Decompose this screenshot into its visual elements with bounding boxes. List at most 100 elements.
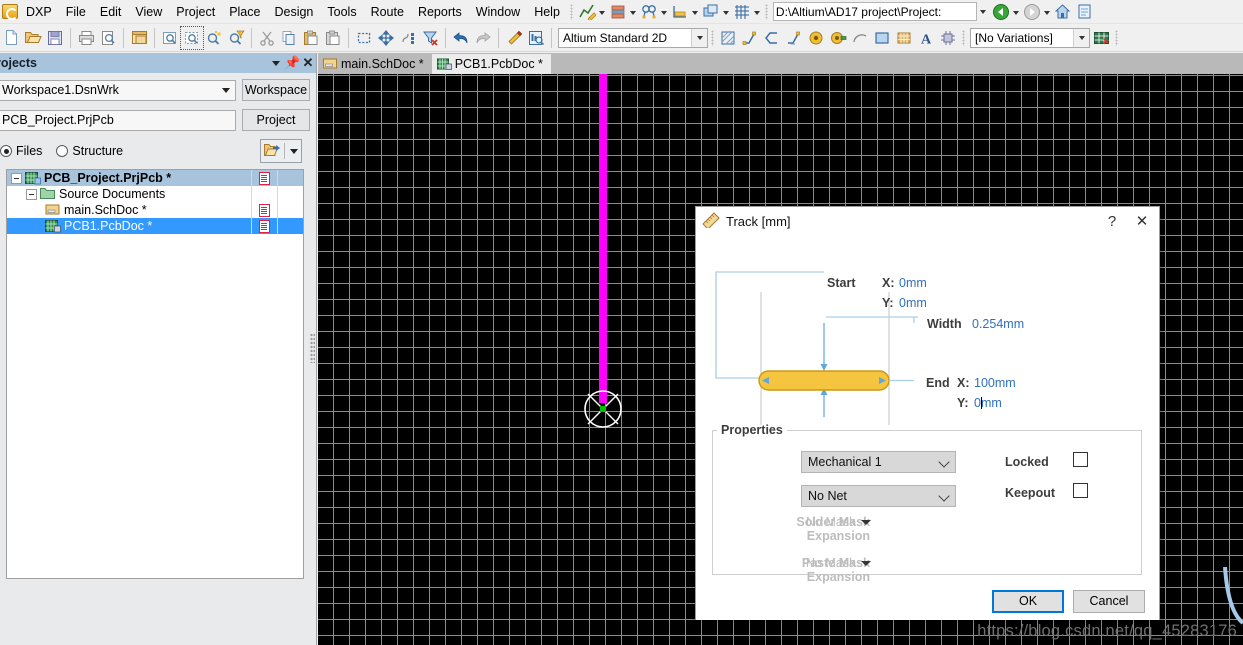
- zoom-document-icon[interactable]: [159, 27, 181, 49]
- forward-dropdown-caret-icon[interactable]: [1043, 4, 1052, 20]
- expander-icon[interactable]: [11, 172, 22, 184]
- measure-icon[interactable]: [669, 1, 691, 23]
- chevron-down-icon[interactable]: [217, 81, 235, 100]
- close-icon[interactable]: ✕: [1127, 208, 1157, 234]
- place-via-icon[interactable]: [805, 27, 827, 49]
- net-select[interactable]: No Net: [801, 485, 956, 507]
- project-button[interactable]: Project: [242, 109, 310, 131]
- print-preview-icon[interactable]: [97, 27, 119, 49]
- grid-icon[interactable]: [731, 1, 753, 23]
- menu-project[interactable]: Project: [169, 2, 222, 22]
- save-icon[interactable]: [44, 27, 66, 49]
- zoom-selected-icon[interactable]: [203, 27, 225, 49]
- tab-main-schdoc[interactable]: main.SchDoc *: [318, 54, 432, 74]
- place-component-icon[interactable]: [937, 27, 959, 49]
- select-area-icon[interactable]: [353, 27, 375, 49]
- place-fill-icon[interactable]: [871, 27, 893, 49]
- end-x-value[interactable]: 100mm: [974, 376, 1016, 390]
- radio-structure[interactable]: Structure: [56, 144, 123, 158]
- menu-window[interactable]: Window: [469, 2, 527, 22]
- chevron-down-icon[interactable]: [691, 28, 707, 47]
- pcb-toolbar-grip[interactable]: [711, 29, 714, 46]
- layers-icon[interactable]: [607, 1, 629, 23]
- cancel-button[interactable]: Cancel: [1073, 589, 1145, 613]
- forward-icon[interactable]: [1021, 1, 1043, 23]
- grid-dropdown-caret-icon[interactable]: [753, 4, 762, 20]
- help-button[interactable]: ?: [1097, 208, 1127, 234]
- inspector-icon[interactable]: [525, 27, 547, 49]
- menu-tools[interactable]: Tools: [320, 2, 363, 22]
- project-value-field[interactable]: PCB_Project.PrjPcb: [0, 109, 236, 131]
- panel-pin-icon[interactable]: 📌: [284, 55, 300, 71]
- cut-icon[interactable]: [256, 27, 278, 49]
- menu-view[interactable]: View: [128, 2, 169, 22]
- open-folder-dropdown-caret-icon[interactable]: [288, 143, 299, 159]
- back-icon[interactable]: [990, 1, 1012, 23]
- copy-icon[interactable]: [278, 27, 300, 49]
- tree-item-source-documents[interactable]: Source Documents: [7, 186, 303, 202]
- chevron-down-icon[interactable]: [939, 490, 951, 502]
- project-path-dropdown-icon[interactable]: [976, 2, 990, 21]
- place-arc-icon[interactable]: [849, 27, 871, 49]
- toolbar-grip[interactable]: [569, 3, 573, 20]
- home-icon[interactable]: [1052, 1, 1074, 23]
- place-plane-icon[interactable]: [893, 27, 915, 49]
- clear-filter-icon[interactable]: [419, 27, 441, 49]
- deselect-icon[interactable]: [397, 27, 419, 49]
- zoom-filter-icon[interactable]: [225, 27, 247, 49]
- keepout-checkbox[interactable]: [1073, 483, 1088, 498]
- width-value[interactable]: 0.254mm: [972, 317, 1024, 331]
- move-icon[interactable]: [375, 27, 397, 49]
- menu-design[interactable]: Design: [267, 2, 320, 22]
- locked-checkbox[interactable]: [1073, 452, 1088, 467]
- open-in-window-icon[interactable]: [128, 27, 150, 49]
- radio-files[interactable]: Files: [0, 144, 42, 158]
- zoom-area-icon[interactable]: [180, 25, 204, 50]
- panel-splitter-handle[interactable]: [310, 333, 315, 363]
- project-tree[interactable]: PCB_Project.PrjPcb * Source Documents ma…: [6, 169, 304, 579]
- toolbar-grip-end[interactable]: [1115, 29, 1118, 46]
- tree-item-pcb-project[interactable]: PCB_Project.PrjPcb *: [7, 170, 303, 186]
- path-toolbar-grip[interactable]: [764, 3, 768, 20]
- board-dropdown-caret-icon[interactable]: [722, 4, 731, 20]
- layer-select[interactable]: Mechanical 1: [801, 451, 956, 473]
- open-folder-button-group[interactable]: [260, 139, 302, 163]
- ruler-chart-icon[interactable]: [576, 1, 598, 23]
- new-document-icon[interactable]: [0, 27, 22, 49]
- start-y-value[interactable]: 0mm: [899, 296, 927, 310]
- tab-pcb1-pcbdoc[interactable]: PCB1.PcbDoc *: [431, 54, 551, 74]
- pcb-track-segment[interactable]: [599, 74, 607, 403]
- start-x-value[interactable]: 0mm: [899, 276, 927, 290]
- undo-icon[interactable]: [450, 27, 472, 49]
- chevron-down-icon[interactable]: [1073, 28, 1089, 47]
- refresh-icon[interactable]: [1074, 1, 1096, 23]
- print-icon[interactable]: [75, 27, 97, 49]
- redo-icon[interactable]: [472, 27, 494, 49]
- menu-route[interactable]: Route: [364, 2, 411, 22]
- route-multiple-icon[interactable]: [783, 27, 805, 49]
- variations-toolbar-grip[interactable]: [962, 29, 965, 46]
- magic-wand-icon[interactable]: [503, 27, 525, 49]
- interactive-routing-icon[interactable]: [739, 27, 761, 49]
- layers-dropdown-caret-icon[interactable]: [629, 4, 638, 20]
- variations-select[interactable]: [No Variations]: [970, 27, 1090, 48]
- view-configuration-select[interactable]: Altium Standard 2D: [558, 27, 708, 48]
- workspace-button[interactable]: Workspace: [242, 79, 310, 101]
- menu-edit[interactable]: Edit: [93, 2, 129, 22]
- expander-icon[interactable]: [26, 188, 37, 200]
- ruler-dropdown-caret-icon[interactable]: [598, 4, 607, 20]
- open-document-icon[interactable]: [22, 27, 44, 49]
- open-folder-icon[interactable]: [263, 142, 281, 161]
- paste-special-icon[interactable]: [322, 27, 344, 49]
- place-string-icon[interactable]: A: [915, 27, 937, 49]
- find-component-icon[interactable]: [638, 1, 660, 23]
- back-dropdown-caret-icon[interactable]: [1012, 4, 1021, 20]
- menu-dxp[interactable]: DXP: [19, 2, 59, 22]
- find-dropdown-caret-icon[interactable]: [660, 4, 669, 20]
- panel-menu-icon[interactable]: [268, 55, 284, 71]
- variant-grid-icon[interactable]: [1090, 27, 1112, 49]
- end-y-field[interactable]: 0mm: [974, 396, 1002, 410]
- menu-help[interactable]: Help: [527, 2, 567, 22]
- menu-place[interactable]: Place: [222, 2, 267, 22]
- paste-icon[interactable]: [300, 27, 322, 49]
